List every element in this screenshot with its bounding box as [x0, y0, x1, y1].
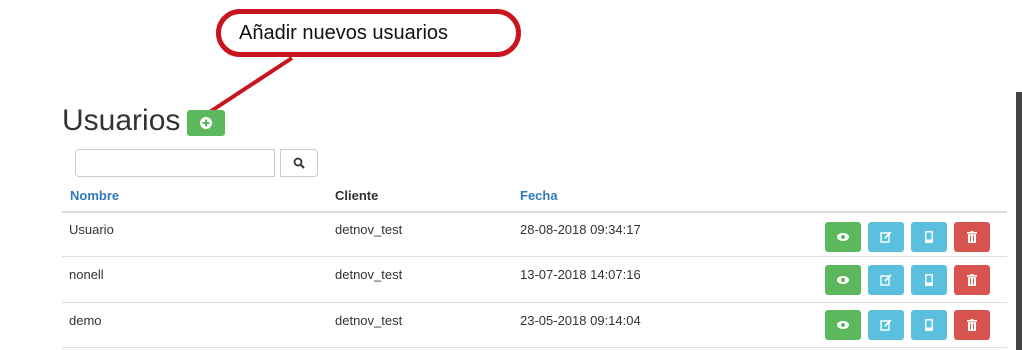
cell-fecha: 23-05-2018 09:14:04 — [520, 313, 641, 328]
cell-fecha: 28-08-2018 09:34:17 — [520, 222, 641, 237]
delete-button[interactable] — [954, 310, 990, 340]
cell-nombre: Usuario — [69, 222, 114, 237]
column-header-cliente: Cliente — [335, 188, 379, 203]
edit-button[interactable] — [868, 222, 904, 252]
cell-fecha: 13-07-2018 14:07:16 — [520, 267, 641, 282]
add-user-button[interactable] — [187, 110, 225, 136]
cell-cliente: detnov_test — [335, 222, 403, 237]
edit-icon — [880, 319, 892, 331]
column-header-nombre[interactable]: Nombre — [70, 188, 119, 203]
device-button[interactable] — [911, 222, 947, 252]
delete-button[interactable] — [954, 265, 990, 295]
edit-icon — [880, 231, 892, 243]
trash-icon — [967, 231, 977, 243]
eye-icon — [837, 321, 849, 329]
search-icon — [293, 157, 305, 169]
edit-button[interactable] — [868, 265, 904, 295]
callout-text: Añadir nuevos usuarios — [239, 22, 449, 44]
eye-icon — [837, 276, 849, 284]
column-header-fecha[interactable]: Fecha — [520, 188, 558, 203]
device-button[interactable] — [911, 265, 947, 295]
page-title: Usuarios — [62, 104, 181, 137]
device-button[interactable] — [911, 310, 947, 340]
delete-button[interactable] — [954, 222, 990, 252]
row-divider — [62, 256, 1007, 257]
cell-cliente: detnov_test — [335, 313, 403, 328]
edit-icon — [880, 274, 892, 286]
plus-circle-icon — [200, 117, 212, 129]
eye-icon — [837, 233, 849, 241]
trash-icon — [967, 319, 977, 331]
cell-cliente: detnov_test — [335, 267, 403, 282]
trash-icon — [967, 274, 977, 286]
mobile-icon — [925, 231, 933, 243]
view-button[interactable] — [825, 222, 861, 252]
callout-bubble: Añadir nuevos usuarios — [216, 9, 521, 57]
cell-nombre: demo — [69, 313, 102, 328]
cell-nombre: nonell — [69, 267, 104, 282]
table-header-divider — [62, 211, 1007, 213]
row-divider — [62, 347, 1007, 348]
mobile-icon — [925, 274, 933, 286]
scrollbar[interactable] — [1016, 92, 1022, 350]
mobile-icon — [925, 319, 933, 331]
view-button[interactable] — [825, 310, 861, 340]
row-divider — [62, 302, 1007, 303]
view-button[interactable] — [825, 265, 861, 295]
search-button[interactable] — [280, 149, 318, 177]
search-input[interactable] — [75, 149, 275, 177]
edit-button[interactable] — [868, 310, 904, 340]
